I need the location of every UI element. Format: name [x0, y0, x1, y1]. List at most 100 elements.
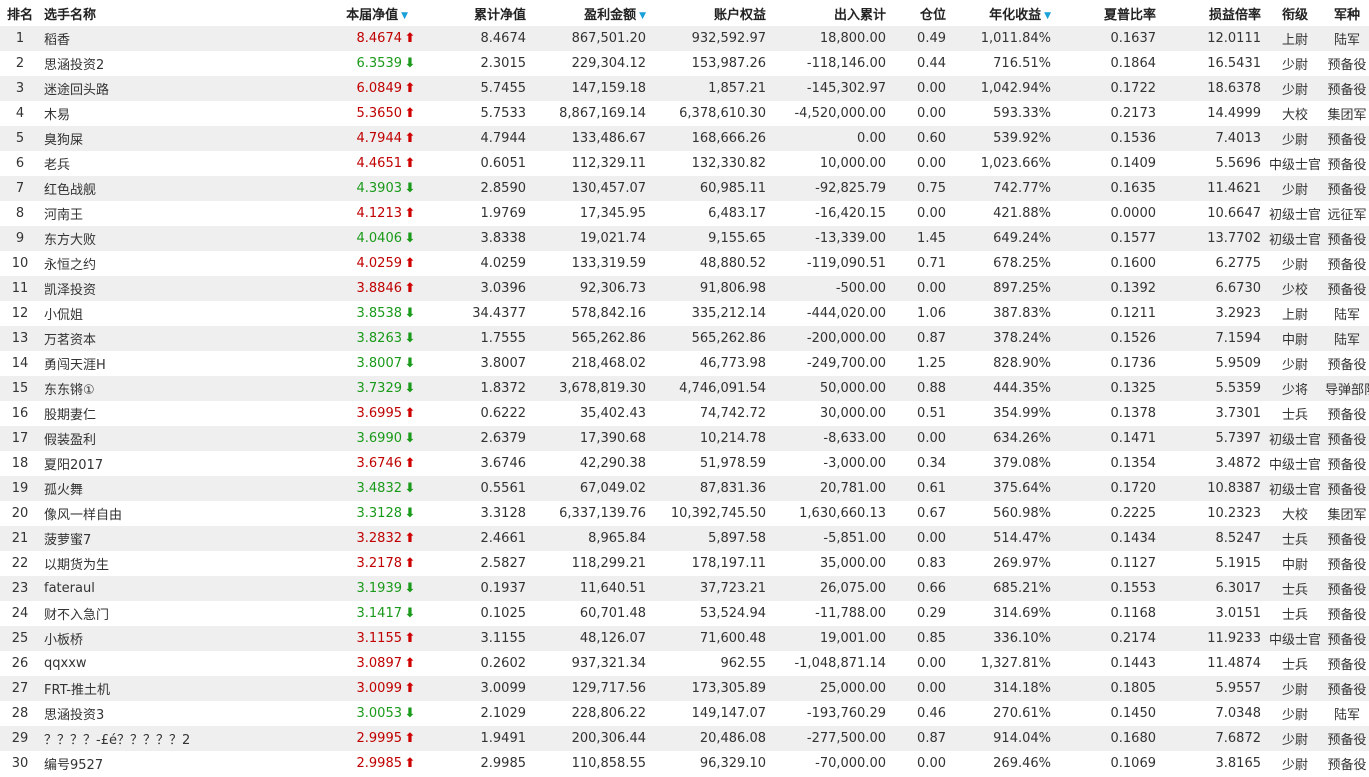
col-header-name[interactable]: 选手名称: [40, 0, 270, 26]
table-row[interactable]: 16 股期妻仁 3.6995 ⬆ 0.6222 35,402.43 74,742.…: [0, 401, 1369, 426]
rank-cell: 21: [0, 526, 40, 551]
player-name-cell[interactable]: 孤火舞: [40, 476, 270, 501]
table-row[interactable]: 20 像风一样自由 3.3128 ⬇ 3.3128 6,337,139.76 10…: [0, 501, 1369, 526]
table-row[interactable]: 30 编号9527 2.9985 ⬆ 2.9985 110,858.55 96,3…: [0, 751, 1369, 776]
player-name-cell[interactable]: 股期妻仁: [40, 401, 270, 426]
player-name-cell[interactable]: qqxxw: [40, 651, 270, 676]
flow-cell: 35,000.00: [770, 551, 890, 576]
equity-cell: 87,831.36: [650, 476, 770, 501]
col-header-pl-ratio[interactable]: 损益倍率: [1160, 0, 1265, 26]
player-name-cell[interactable]: 河南王: [40, 201, 270, 226]
position-cell: 1.45: [890, 226, 950, 251]
sort-down-triangle-icon[interactable]: ▼: [1044, 11, 1051, 21]
col-header-branch[interactable]: 军种: [1325, 0, 1369, 26]
branch-cell: 预备役: [1325, 126, 1369, 151]
player-name-cell[interactable]: 永恒之约: [40, 251, 270, 276]
table-row[interactable]: 7 红色战舰 4.3903 ⬇ 2.8590 130,457.07 60,985.…: [0, 176, 1369, 201]
table-row[interactable]: 10 永恒之约 4.0259 ⬆ 4.0259 133,319.59 48,880…: [0, 251, 1369, 276]
weekly-nav-cell: 4.0406 ⬇: [270, 226, 420, 251]
position-cell: 0.00: [890, 101, 950, 126]
player-name-cell[interactable]: 夏阳2017: [40, 451, 270, 476]
rank-title-cell: 少尉: [1265, 126, 1325, 151]
table-row[interactable]: 5 臭狗屎 4.7944 ⬆ 4.7944 133,486.67 168,666.…: [0, 126, 1369, 151]
position-cell: 0.51: [890, 401, 950, 426]
player-name-cell[interactable]: 像风一样自由: [40, 501, 270, 526]
col-header-flow[interactable]: 出入累计: [770, 0, 890, 26]
player-name-cell[interactable]: 凯泽投资: [40, 276, 270, 301]
player-name-cell[interactable]: 老兵: [40, 151, 270, 176]
pl-ratio-cell: 8.5247: [1160, 526, 1265, 551]
player-name-cell[interactable]: 编号9527: [40, 751, 270, 776]
profit-cell: 228,806.22: [530, 701, 650, 726]
weekly-nav-value: 3.6746: [356, 456, 403, 471]
table-row[interactable]: 15 东东锵① 3.7329 ⬇ 1.8372 3,678,819.30 4,74…: [0, 376, 1369, 401]
table-row[interactable]: 13 万茗资本 3.8263 ⬇ 1.7555 565,262.86 565,26…: [0, 326, 1369, 351]
annual-return-cell: 514.47%: [950, 526, 1055, 551]
table-row[interactable]: 3 迷途回头路 6.0849 ⬆ 5.7455 147,159.18 1,857.…: [0, 76, 1369, 101]
player-name-cell[interactable]: FRT-推土机: [40, 676, 270, 701]
green-down-arrow-icon: ⬇: [404, 306, 416, 321]
player-name-cell[interactable]: 东方大败: [40, 226, 270, 251]
player-name-cell[interactable]: 万茗资本: [40, 326, 270, 351]
player-name-cell[interactable]: 东东锵①: [40, 376, 270, 401]
player-name-cell[interactable]: ？？？？-£é？？？？？2: [40, 726, 270, 751]
profit-cell: 3,678,819.30: [530, 376, 650, 401]
player-name-cell[interactable]: 菠萝蜜7: [40, 526, 270, 551]
table-row[interactable]: 26 qqxxw 3.0897 ⬆ 0.2602 937,321.34 962.5…: [0, 651, 1369, 676]
col-header-annual[interactable]: 年化收益 ▼: [950, 0, 1055, 26]
player-name-cell[interactable]: 稻香: [40, 26, 270, 51]
annual-return-cell: 716.51%: [950, 51, 1055, 76]
col-header-weekly-nav[interactable]: 本届净值 ▼: [270, 0, 420, 26]
player-name-cell[interactable]: 小板桥: [40, 626, 270, 651]
table-row[interactable]: 22 以期货为生 3.2178 ⬆ 2.5827 118,299.21 178,1…: [0, 551, 1369, 576]
table-row[interactable]: 19 孤火舞 3.4832 ⬇ 0.5561 67,049.02 87,831.3…: [0, 476, 1369, 501]
col-header-profit[interactable]: 盈利金额 ▼: [530, 0, 650, 26]
player-name-cell[interactable]: 木易: [40, 101, 270, 126]
player-name-cell[interactable]: 勇闯天涯H: [40, 351, 270, 376]
player-name-cell[interactable]: 财不入急门: [40, 601, 270, 626]
table-row[interactable]: 6 老兵 4.4651 ⬆ 0.6051 112,329.11 132,330.8…: [0, 151, 1369, 176]
table-row[interactable]: 9 东方大败 4.0406 ⬇ 3.8338 19,021.74 9,155.65…: [0, 226, 1369, 251]
sort-down-triangle-icon[interactable]: ▼: [401, 11, 408, 21]
flow-cell: -193,760.29: [770, 701, 890, 726]
player-name-cell[interactable]: 以期货为生: [40, 551, 270, 576]
table-row[interactable]: 25 小板桥 3.1155 ⬆ 3.1155 48,126.07 71,600.4…: [0, 626, 1369, 651]
position-cell: 0.87: [890, 326, 950, 351]
table-row[interactable]: 27 FRT-推土机 3.0099 ⬆ 3.0099 129,717.56 173…: [0, 676, 1369, 701]
weekly-nav-cell: 8.4674 ⬆: [270, 26, 420, 51]
table-row[interactable]: 17 假装盈利 3.6990 ⬇ 2.6379 17,390.68 10,214.…: [0, 426, 1369, 451]
table-row[interactable]: 8 河南王 4.1213 ⬆ 1.9769 17,345.95 6,483.17 …: [0, 201, 1369, 226]
table-row[interactable]: 4 木易 5.3650 ⬆ 5.7533 8,867,169.14 6,378,6…: [0, 101, 1369, 126]
table-row[interactable]: 28 思涵投资3 3.0053 ⬇ 2.1029 228,806.22 149,1…: [0, 701, 1369, 726]
player-name-cell[interactable]: 假装盈利: [40, 426, 270, 451]
table-row[interactable]: 14 勇闯天涯H 3.8007 ⬇ 3.8007 218,468.02 46,77…: [0, 351, 1369, 376]
position-cell: 0.87: [890, 726, 950, 751]
player-name-cell[interactable]: 小侃姐: [40, 301, 270, 326]
player-name-cell[interactable]: 迷途回头路: [40, 76, 270, 101]
table-row[interactable]: 18 夏阳2017 3.6746 ⬆ 3.6746 42,290.38 51,97…: [0, 451, 1369, 476]
player-name-cell[interactable]: 思涵投资3: [40, 701, 270, 726]
col-header-sharpe[interactable]: 夏普比率: [1055, 0, 1160, 26]
player-name-cell[interactable]: 思涵投资2: [40, 51, 270, 76]
table-row[interactable]: 23 fateraul 3.1939 ⬇ 0.1937 11,640.51 37,…: [0, 576, 1369, 601]
table-row[interactable]: 12 小侃姐 3.8538 ⬇ 34.4377 578,842.16 335,21…: [0, 301, 1369, 326]
player-name-cell[interactable]: fateraul: [40, 576, 270, 601]
table-row[interactable]: 2 思涵投资2 6.3539 ⬇ 2.3015 229,304.12 153,98…: [0, 51, 1369, 76]
col-header-rank-title[interactable]: 衔级: [1265, 0, 1325, 26]
col-header-equity[interactable]: 账户权益: [650, 0, 770, 26]
table-row[interactable]: 11 凯泽投资 3.8846 ⬆ 3.0396 92,306.73 91,806.…: [0, 276, 1369, 301]
rank-title-cell: 少尉: [1265, 76, 1325, 101]
equity-cell: 4,746,091.54: [650, 376, 770, 401]
col-header-position[interactable]: 仓位: [890, 0, 950, 26]
player-name-cell[interactable]: 红色战舰: [40, 176, 270, 201]
col-header-rank[interactable]: 排名: [0, 0, 40, 26]
player-name-cell[interactable]: 臭狗屎: [40, 126, 270, 151]
table-row[interactable]: 1 稻香 8.4674 ⬆ 8.4674 867,501.20 932,592.9…: [0, 26, 1369, 51]
table-row[interactable]: 24 财不入急门 3.1417 ⬇ 0.1025 60,701.48 53,524…: [0, 601, 1369, 626]
table-row[interactable]: 29 ？？？？-£é？？？？？2 2.9995 ⬆ 1.9491 200,306.…: [0, 726, 1369, 751]
green-down-arrow-icon: ⬇: [404, 706, 416, 721]
table-row[interactable]: 21 菠萝蜜7 3.2832 ⬆ 2.4661 8,965.84 5,897.58…: [0, 526, 1369, 551]
col-header-cum-nav[interactable]: 累计净值: [420, 0, 530, 26]
profit-cell: 147,159.18: [530, 76, 650, 101]
sort-down-triangle-icon[interactable]: ▼: [639, 11, 646, 21]
